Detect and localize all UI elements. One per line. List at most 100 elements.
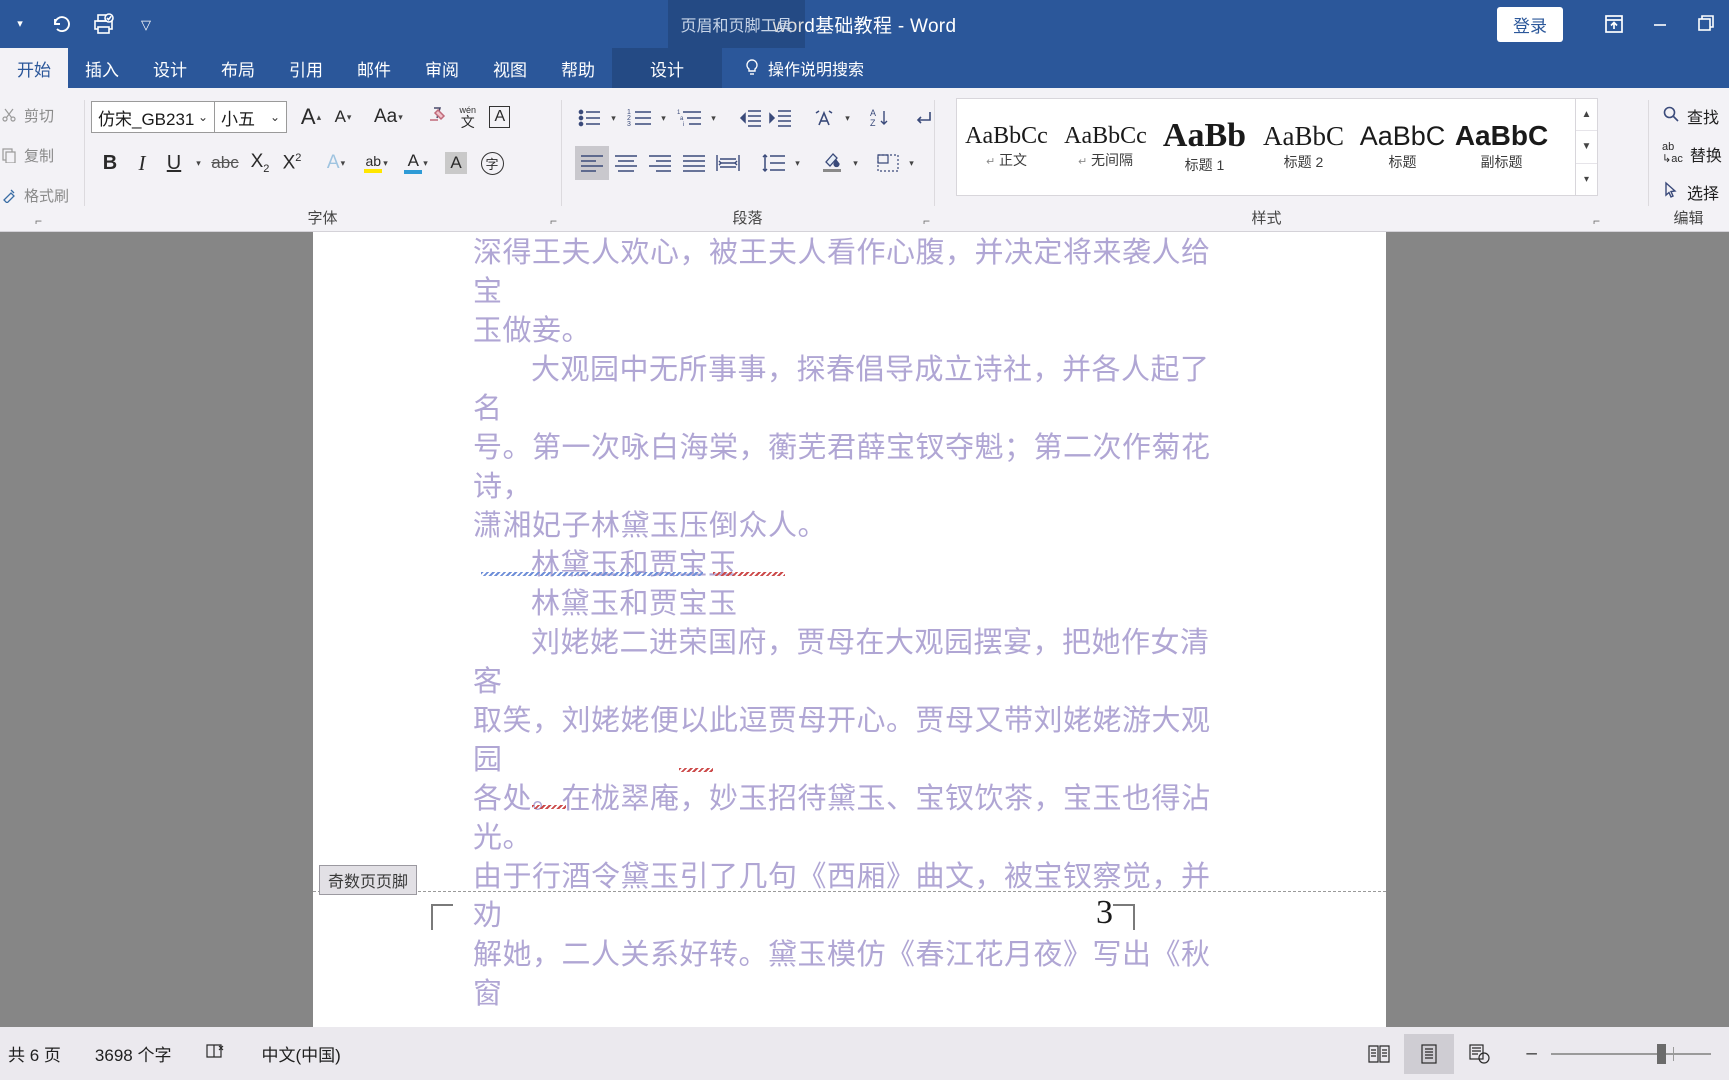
tab-layout[interactable]: 布局 [204, 48, 272, 88]
sign-in-button[interactable]: 登录 [1497, 6, 1563, 42]
underline-button[interactable]: U [158, 147, 190, 179]
numbering-dropdown[interactable]: ▾ [655, 102, 671, 134]
align-left-button[interactable] [575, 146, 609, 180]
font-dialog-launcher[interactable]: ⌐ [550, 214, 557, 228]
word-count-status[interactable]: 3698 个字 [95, 1041, 172, 1066]
shading-button[interactable] [817, 149, 847, 177]
asian-layout-button[interactable] [809, 104, 839, 132]
style-item[interactable]: AaBbC 标题 [1353, 99, 1452, 195]
borders-button[interactable] [873, 149, 903, 177]
shrink-font-button[interactable]: A ▾ [327, 101, 359, 133]
read-mode-view-button[interactable] [1354, 1034, 1404, 1074]
autosave-dropdown-icon[interactable]: ▾ [6, 10, 34, 38]
change-case-button[interactable]: Aa ▾ [371, 101, 406, 133]
document-canvas[interactable]: 深得王夫人欢心，被王夫人看作心腹，并决定将来袭人给宝 玉做妾。 大观园中无所事事… [0, 232, 1729, 1027]
tab-review[interactable]: 审阅 [408, 48, 476, 88]
styles-dialog-launcher[interactable]: ⌐ [1593, 214, 1600, 228]
format-painter-button[interactable]: 格式刷 [0, 180, 69, 210]
tell-me-search[interactable]: 操作说明搜索 [722, 48, 864, 88]
language-status[interactable]: 中文(中国) [261, 1041, 340, 1066]
strikethrough-button[interactable]: abc [206, 147, 244, 179]
restore-icon[interactable] [1683, 0, 1729, 48]
font-color-button[interactable]: A ▾ [400, 147, 432, 179]
tab-design[interactable]: 设计 [136, 48, 204, 88]
zoom-slider-thumb[interactable] [1657, 1043, 1666, 1064]
svg-text:Z: Z [870, 118, 876, 128]
enclose-characters-button[interactable]: 字 [476, 147, 508, 179]
superscript-button[interactable]: X2 [276, 147, 308, 179]
style-preview: AaBbCc [965, 123, 1048, 149]
tab-home[interactable]: 开始 [0, 48, 68, 88]
undo-icon[interactable] [48, 10, 76, 38]
line-spacing-dropdown[interactable]: ▾ [789, 147, 805, 179]
character-border-button[interactable]: A [484, 101, 516, 133]
style-item[interactable]: AaBbCc ↵ 正文 [957, 99, 1056, 195]
clipboard-dialog-launcher[interactable]: ⌐ [35, 214, 42, 228]
cut-button[interactable]: 剪切 [0, 100, 69, 130]
styles-scroll-up-icon[interactable]: ▲ [1576, 99, 1597, 132]
increase-indent-button[interactable] [765, 104, 795, 132]
replace-button[interactable]: ab ↳ac 替换 [1662, 138, 1722, 170]
web-layout-view-button[interactable] [1454, 1034, 1504, 1074]
copy-button[interactable]: 复制 [0, 140, 69, 170]
font-size-combo[interactable]: 小五 ⌄ [215, 101, 287, 133]
distributed-button[interactable] [711, 146, 745, 180]
bullets-button[interactable] [575, 104, 605, 132]
styles-more-icon[interactable]: ▾ [1576, 164, 1597, 195]
numbering-button[interactable]: 1 2 3 [625, 104, 655, 132]
style-item[interactable]: AaBbC 副标题 [1452, 99, 1551, 195]
ribbon-display-options-icon[interactable] [1591, 0, 1637, 48]
sort-button[interactable]: A Z [867, 104, 897, 132]
document-page-current[interactable]: 深得王夫人欢心，被王夫人看作心腹，并决定将来袭人给宝 玉做妾。 大观园中无所事事… [313, 232, 1386, 1027]
asian-layout-dropdown[interactable]: ▾ [839, 102, 855, 134]
zoom-out-button[interactable]: – [1526, 1043, 1537, 1065]
style-item[interactable]: AaBb 标题 1 [1155, 99, 1254, 195]
zoom-slider[interactable] [1551, 1043, 1711, 1064]
subscript-button[interactable]: X2 [244, 147, 276, 179]
paragraph-dialog-launcher[interactable]: ⌐ [923, 214, 930, 228]
align-right-button[interactable] [643, 146, 677, 180]
customize-quick-access-toolbar-icon[interactable]: ▽ [132, 10, 160, 38]
style-item[interactable]: AaBbCc ↵ 无间隔 [1056, 99, 1155, 195]
document-body-text[interactable]: 深得王夫人欢心，被王夫人看作心腹，并决定将来袭人给宝 玉做妾。 大观园中无所事事… [473, 234, 1233, 1014]
style-item[interactable]: AaBbC 标题 2 [1254, 99, 1353, 195]
tab-references[interactable]: 引用 [272, 48, 340, 88]
styles-gallery-scroll[interactable]: ▲ ▼ ▾ [1576, 98, 1598, 196]
shading-dropdown[interactable]: ▾ [847, 147, 863, 179]
underline-dropdown[interactable]: ▾ [190, 147, 206, 179]
character-shading-button[interactable]: A [440, 147, 472, 179]
text-highlight-color-button[interactable]: ab ▾ [360, 147, 392, 179]
decrease-indent-button[interactable] [735, 104, 765, 132]
clear-formatting-button[interactable] [420, 101, 452, 133]
grow-font-button[interactable]: A ▴ [295, 101, 327, 133]
zoom-control[interactable]: – [1504, 1043, 1723, 1065]
multilevel-list-dropdown[interactable]: ▾ [705, 102, 721, 134]
tab-help[interactable]: 帮助 [544, 48, 612, 88]
minimize-icon[interactable] [1637, 0, 1683, 48]
find-button[interactable]: 查找 [1662, 100, 1722, 132]
show-formatting-marks-button[interactable] [907, 104, 937, 132]
tab-header-footer-design[interactable]: 设计 [612, 48, 722, 88]
tab-mailings[interactable]: 邮件 [340, 48, 408, 88]
select-button[interactable]: 选择 [1662, 176, 1722, 208]
proofing-errors-icon[interactable] [205, 1042, 227, 1065]
page-count-status[interactable]: 共 6 页 [8, 1041, 61, 1066]
quick-print-icon[interactable] [90, 10, 118, 38]
phonetic-guide-button[interactable]: wén 文 [452, 101, 484, 133]
italic-button[interactable]: I [126, 147, 158, 179]
styles-gallery[interactable]: AaBbCc ↵ 正文 AaBbCc ↵ 无间隔 AaBb 标题 1 AaBbC… [956, 98, 1576, 196]
font-name-combo[interactable]: 仿宋_GB2312 ⌄ [91, 101, 215, 133]
line-spacing-button[interactable] [759, 149, 789, 177]
bullets-dropdown[interactable]: ▾ [605, 102, 621, 134]
tab-insert[interactable]: 插入 [68, 48, 136, 88]
borders-dropdown[interactable]: ▾ [903, 147, 919, 179]
print-layout-view-button[interactable] [1404, 1033, 1455, 1074]
justify-button[interactable] [677, 146, 711, 180]
styles-scroll-down-icon[interactable]: ▼ [1576, 131, 1597, 164]
footer-page-number[interactable]: 3 [1096, 894, 1113, 932]
bold-button[interactable]: B [94, 147, 126, 179]
tab-view[interactable]: 视图 [476, 48, 544, 88]
text-effects-button[interactable]: A ▾ [320, 147, 352, 179]
align-center-button[interactable] [609, 146, 643, 180]
multilevel-list-button[interactable]: 1 a i [675, 104, 705, 132]
